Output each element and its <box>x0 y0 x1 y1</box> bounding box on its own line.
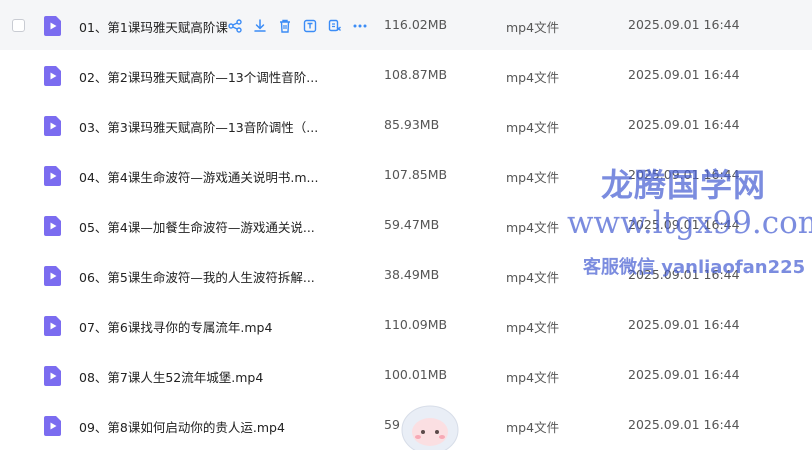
video-file-icon <box>44 216 61 236</box>
file-row[interactable]: 08、第7课人生52流年城堡.mp4 100.01MB mp4文件 2025.09.0… <box>0 350 812 400</box>
watermark-url: www.ltgx99.com <box>567 205 812 241</box>
file-size: 107.85MB <box>384 167 448 182</box>
modified-date: 2025.09.01 16:44 <box>628 17 740 32</box>
file-name[interactable]: 06、第5课生命波符—我的人生波符拆解... <box>79 267 315 286</box>
file-name[interactable]: 07、第6课找寻你的专属流年.mp4 <box>79 317 272 336</box>
modified-date: 2025.09.01 16:44 <box>628 67 740 82</box>
file-name[interactable]: 09、第8课如何启动你的贵人运.mp4 <box>79 417 285 436</box>
row-checkbox[interactable] <box>12 19 25 32</box>
video-file-icon <box>44 366 61 386</box>
file-name[interactable]: 05、第4课—加餐生命波符—游戏通关说... <box>79 217 315 236</box>
file-row[interactable]: 07、第6课找寻你的专属流年.mp4 110.09MB mp4文件 2025.09.0… <box>0 300 812 350</box>
video-file-icon <box>44 16 61 36</box>
video-file-icon <box>44 116 61 136</box>
more-icon[interactable] <box>352 18 368 34</box>
modified-date: 2025.09.01 16:44 <box>628 417 740 432</box>
watermark-contact: 客服微信 yanliaofan225 <box>583 257 806 278</box>
file-size: 38.49MB <box>384 267 440 282</box>
download-icon[interactable] <box>252 18 268 34</box>
file-type: mp4文件 <box>506 370 560 385</box>
video-file-icon <box>44 316 61 336</box>
file-name[interactable]: 01、第1课玛雅天赋高阶课 <box>79 17 228 36</box>
rename-icon[interactable] <box>302 18 318 34</box>
mascot-image <box>401 405 459 450</box>
file-size: 116.02MB <box>384 17 448 32</box>
modified-date: 2025.09.01 16:44 <box>628 317 740 332</box>
file-size: 108.87MB <box>384 67 448 82</box>
file-type: mp4文件 <box>506 170 560 185</box>
file-type: mp4文件 <box>506 270 560 285</box>
file-row[interactable]: 03、第3课玛雅天赋高阶—13音阶调性（... 85.93MB mp4文件 2025.… <box>0 100 812 150</box>
file-type: mp4文件 <box>506 70 560 85</box>
file-type: mp4文件 <box>506 20 560 35</box>
file-name[interactable]: 02、第2课玛雅天赋高阶—13个调性音阶... <box>79 67 318 86</box>
file-name[interactable]: 04、第4课生命波符—游戏通关说明书.m... <box>79 167 318 186</box>
file-name[interactable]: 08、第7课人生52流年城堡.mp4 <box>79 367 263 386</box>
file-size: 110.09MB <box>384 317 448 332</box>
file-size: 100.01MB <box>384 367 448 382</box>
file-row[interactable]: 02、第2课玛雅天赋高阶—13个调性音阶... 108.87MB mp4文件 2025… <box>0 50 812 100</box>
share-icon[interactable] <box>227 18 243 34</box>
video-file-icon <box>44 266 61 286</box>
watermark-site-name: 龙腾国学网 <box>601 166 767 204</box>
modified-date: 2025.09.01 16:44 <box>628 367 740 382</box>
copy-icon[interactable] <box>327 18 343 34</box>
file-size: 59.47MB <box>384 217 440 232</box>
video-file-icon <box>44 416 61 436</box>
file-type: mp4文件 <box>506 220 560 235</box>
file-type: mp4文件 <box>506 120 560 135</box>
file-type: mp4文件 <box>506 320 560 335</box>
file-name[interactable]: 03、第3课玛雅天赋高阶—13音阶调性（... <box>79 117 318 136</box>
video-file-icon <box>44 166 61 186</box>
modified-date: 2025.09.01 16:44 <box>628 117 740 132</box>
video-file-icon <box>44 66 61 86</box>
file-row[interactable]: 01、第1课玛雅天赋高阶课 116.02MB mp4文件 2025.09.01 16:… <box>0 0 812 50</box>
file-size: 85.93MB <box>384 117 440 132</box>
file-type: mp4文件 <box>506 420 560 435</box>
delete-icon[interactable] <box>277 18 293 34</box>
